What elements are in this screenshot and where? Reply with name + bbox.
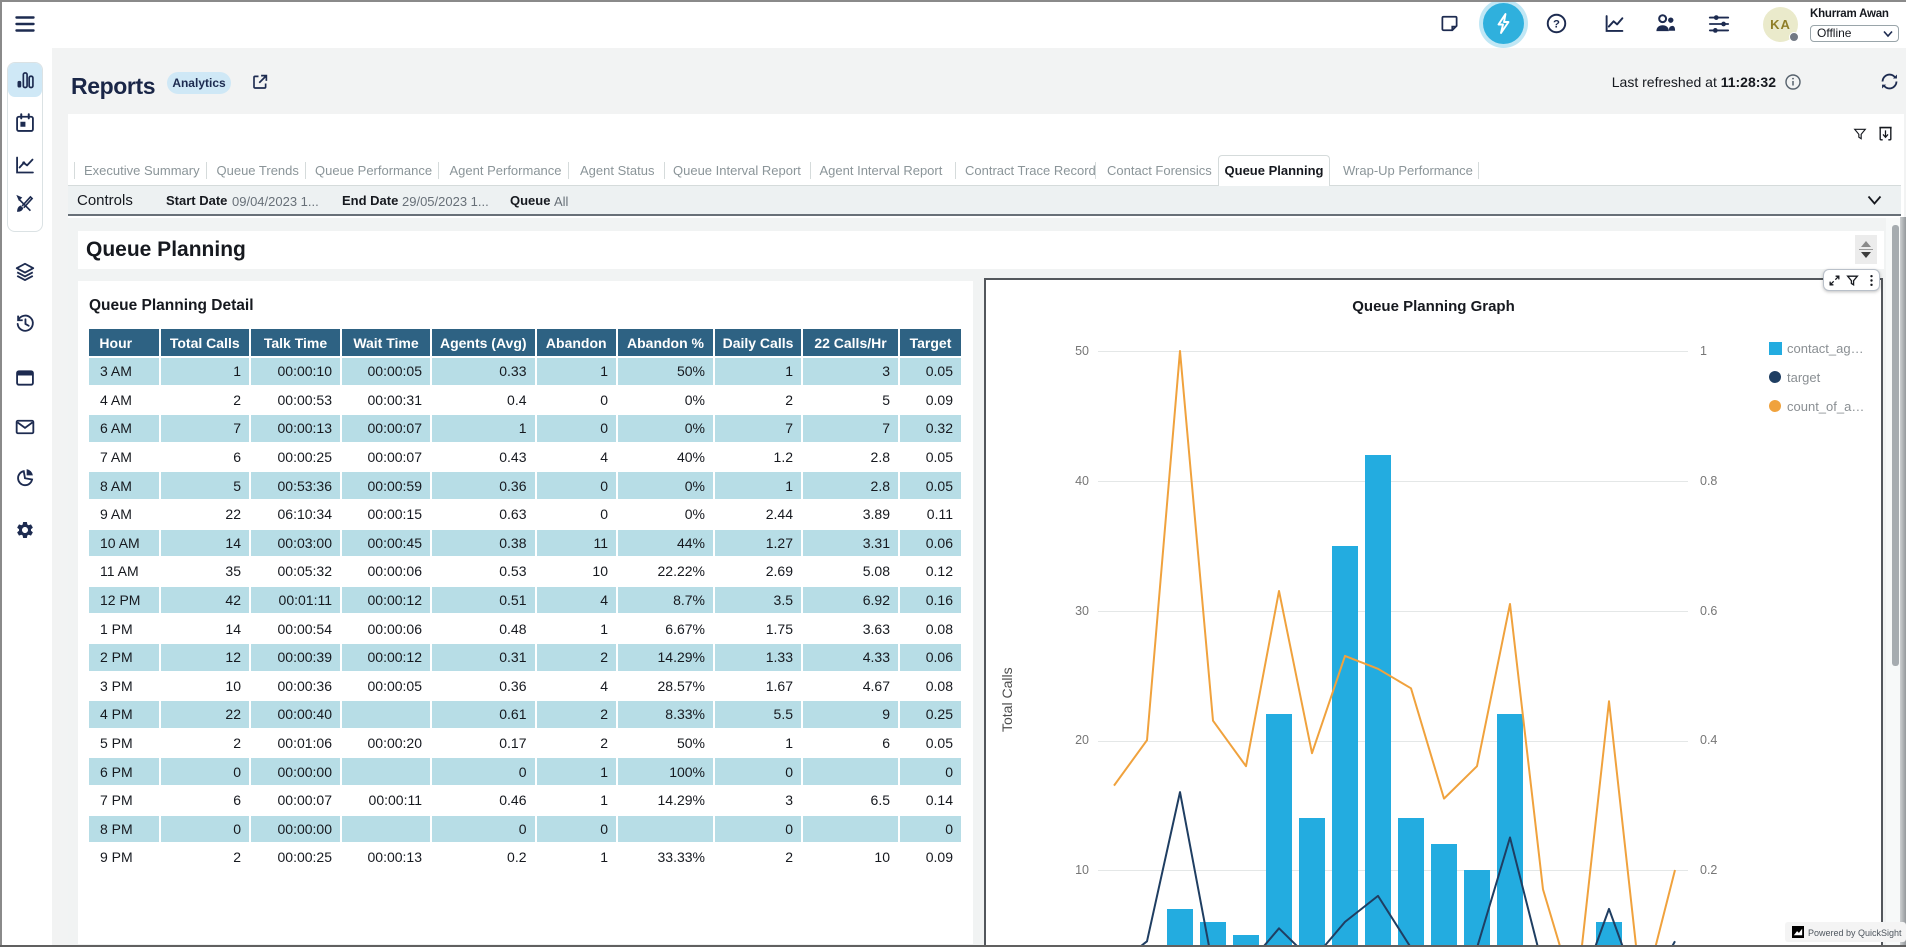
svg-text:?: ? bbox=[1553, 18, 1560, 30]
